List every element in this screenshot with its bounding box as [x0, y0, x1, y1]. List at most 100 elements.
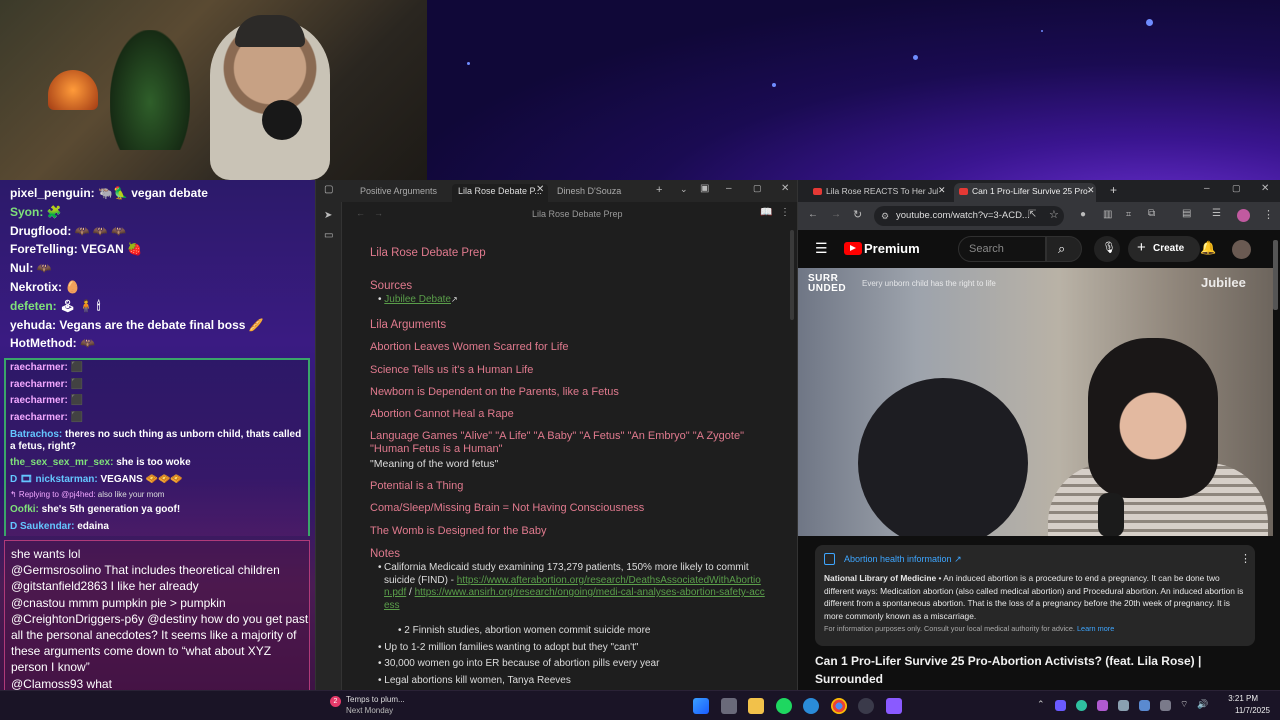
trash-icon[interactable]: ▥ [1103, 209, 1112, 220]
minimize-icon[interactable]: – [1204, 183, 1210, 194]
create-button[interactable]: + Create [1128, 236, 1200, 262]
notes-scrollbar[interactable] [790, 230, 794, 320]
chat-text: ⬛ [67, 411, 84, 423]
layout-icon[interactable]: ▣ [700, 183, 709, 194]
voice-search-button[interactable]: 🎙 [1094, 236, 1120, 262]
tray-icon[interactable] [1097, 700, 1108, 711]
disclaimer-text: For information purposes only. Consult y… [824, 624, 1077, 633]
maximize-icon[interactable]: ▢ [1232, 183, 1241, 194]
tray-icon[interactable] [1076, 700, 1087, 711]
chat-text: 🥚 [62, 279, 81, 294]
media-controls-icon[interactable]: ☰ [1212, 208, 1221, 219]
close-window-icon[interactable]: ✕ [1261, 183, 1269, 194]
edge-icon[interactable] [803, 698, 819, 714]
argument-6: Coma/Sleep/Missing Brain = Not Having Co… [370, 502, 645, 514]
chat-username: @gitstanfield2863 [11, 579, 108, 594]
close-tab-1-icon[interactable]: ✕ [938, 185, 946, 196]
steam-icon[interactable] [1118, 700, 1129, 711]
chrome-icon[interactable] [831, 698, 847, 714]
learn-more-link[interactable]: Learn more [1077, 624, 1114, 633]
account-avatar[interactable] [1232, 240, 1251, 259]
wifi-icon[interactable]: ⌔ [1180, 699, 1188, 710]
pages-icon[interactable]: ▭ [324, 230, 333, 241]
close-tab-icon[interactable]: ✕ [536, 184, 544, 195]
tray-icon[interactable] [1139, 700, 1150, 711]
youtube-logo-icon[interactable] [844, 242, 862, 255]
obsidian-icon[interactable] [886, 698, 902, 714]
profile-avatar[interactable] [1237, 209, 1250, 222]
note-4-text: Legal abortions kill women, Tanya Reeves [384, 675, 571, 686]
note-2: • Up to 1-2 million families wanting to … [378, 642, 639, 653]
clock-date[interactable]: 11/7/2025 [1212, 706, 1270, 715]
reload-icon[interactable]: ↻ [853, 208, 862, 221]
send-icon[interactable]: ➤ [324, 210, 332, 221]
info-more-icon[interactable]: ⋮ [1240, 552, 1251, 565]
youtube-premium-brand[interactable]: Premium [864, 241, 920, 256]
forward-icon[interactable]: → [831, 209, 841, 220]
sidebar-toggle-icon[interactable]: ▢ [324, 184, 333, 195]
tray-overflow-icon[interactable]: ⌃ [1037, 699, 1045, 710]
side-panel-icon[interactable]: ▤ [1182, 208, 1191, 219]
argument-5: Potential is a Thing [370, 480, 464, 492]
spotify-icon[interactable] [776, 698, 792, 714]
tray-icon[interactable] [1055, 700, 1066, 711]
open-in-app-icon[interactable]: ⇱ [1028, 209, 1036, 220]
close-tab-2-icon[interactable]: ✕ [1087, 185, 1095, 196]
chat-username: HotMethod: [10, 336, 77, 351]
obs-studio-icon[interactable] [858, 698, 874, 714]
page-scrollbar[interactable] [1273, 240, 1278, 310]
file-explorer-icon[interactable] [748, 698, 764, 714]
tray-icon[interactable] [1160, 700, 1171, 711]
back-arrow-icon[interactable]: ← [356, 208, 365, 218]
chat-username: raecharmer: [10, 395, 68, 406]
bookmark-star-icon[interactable]: ☆ [1049, 208, 1059, 221]
more-menu-icon[interactable]: ⋮ [1263, 208, 1274, 221]
weather-line1[interactable]: Temps to plum... [346, 695, 405, 704]
new-tab-icon[interactable]: + [1110, 183, 1117, 197]
chat-message: defeten: 🕹 🧍 🕯 [10, 297, 315, 316]
search-input[interactable]: Search [958, 236, 1046, 262]
note-1-link-2[interactable]: https://www.ansirh.org/research/ongoing/… [384, 587, 765, 611]
clock-time[interactable]: 3:21 PM [1212, 694, 1258, 703]
minimize-icon[interactable]: – [726, 183, 732, 194]
health-info-disclaimer: For information purposes only. Consult y… [824, 624, 1114, 633]
notifications-bell-icon[interactable]: 🔔 [1200, 240, 1216, 256]
search-icon: ⌕ [1058, 241, 1066, 256]
chat-username: @CreightonDriggers-p6y [11, 611, 144, 626]
chat-message: @cnastou mmm pumpkin pie > pumpkin [11, 595, 309, 611]
chat-text: ⬛ [67, 395, 84, 406]
maximize-icon[interactable]: ▢ [753, 183, 762, 194]
video-player[interactable]: SURR UNDED Every unborn child has the ri… [798, 268, 1273, 536]
site-info-icon[interactable]: ⚙ [881, 206, 889, 226]
weather-badge: 2 [330, 696, 341, 707]
puzzle-icon[interactable]: ⧉ [1148, 208, 1155, 219]
tab-dinesh[interactable]: Dinesh D'Souza [557, 184, 621, 202]
chat-text: I like her already [107, 579, 199, 594]
chat-username: @cnastou [11, 595, 66, 610]
close-window-icon[interactable]: ✕ [781, 183, 789, 194]
browser-tab-2[interactable]: Can 1 Pro-Lifer Survive 25 Pro- [954, 183, 1096, 202]
chat-text: VEGAN 🍓 [77, 242, 143, 257]
extension-icon[interactable]: ⌗ [1126, 209, 1131, 220]
reading-view-icon[interactable]: 📖 [760, 207, 772, 218]
chat-text: she is too woke [113, 457, 191, 468]
forward-arrow-icon[interactable]: → [374, 208, 383, 218]
task-view-icon[interactable] [721, 698, 737, 714]
hamburger-menu-icon[interactable]: ☰ [815, 240, 828, 257]
browser-tab-1[interactable]: Lila Rose REACTS To Her Jubilee [808, 183, 938, 202]
tab-positive-arguments[interactable]: Positive Arguments [360, 184, 437, 202]
back-icon[interactable]: ← [808, 209, 818, 220]
tab-lila-rose-debate[interactable]: Lila Rose Debate P... [452, 184, 548, 202]
chevron-down-icon[interactable]: ⌄ [680, 184, 688, 195]
chat-section-middle: raecharmer: ⬛ raecharmer: ⬛ raecharmer: ⬛ r… [4, 358, 310, 536]
speaker-icon[interactable]: 🔊 [1197, 699, 1208, 710]
chat-message: raecharmer: ⬛ [10, 410, 308, 427]
health-info-link[interactable]: Abortion health information ↗ [844, 554, 962, 565]
new-tab-icon[interactable]: + [656, 184, 662, 196]
extension-icon[interactable]: ● [1080, 209, 1086, 220]
more-options-icon[interactable]: ⋮ [780, 207, 790, 218]
plus-icon: + [1137, 239, 1146, 256]
start-windows-icon[interactable] [693, 698, 709, 714]
search-button[interactable]: ⌕ [1046, 236, 1082, 262]
source-link[interactable]: Jubilee Debate [384, 294, 451, 305]
